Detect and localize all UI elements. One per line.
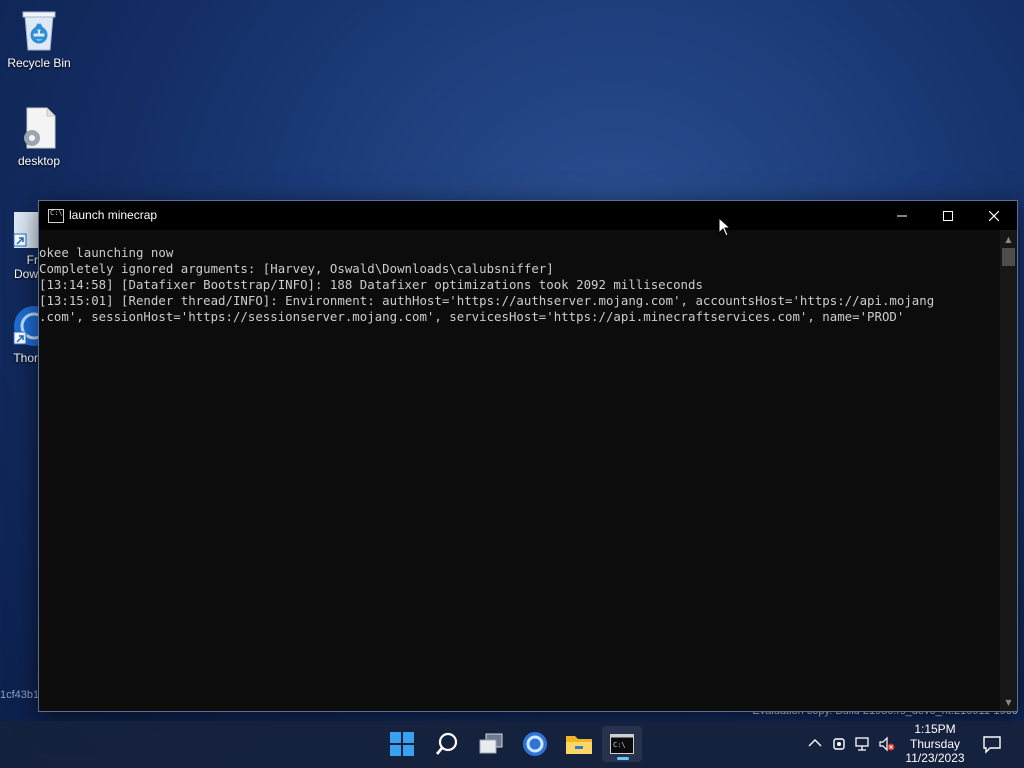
console-line: okee launching now bbox=[39, 245, 174, 260]
desktop-file-label: desktop bbox=[17, 154, 61, 168]
notification-icon bbox=[983, 736, 1001, 754]
network-icon[interactable] bbox=[854, 736, 872, 752]
console-line: [13:15:01] [Render thread/INFO]: Environ… bbox=[39, 293, 935, 308]
app-shortcut-icon bbox=[13, 306, 38, 346]
clock-time: 1:15PM bbox=[914, 722, 956, 736]
scroll-up-arrow-icon[interactable]: ▲ bbox=[1000, 233, 1017, 247]
desktop-icon-desktop[interactable]: desktop bbox=[1, 106, 77, 168]
window-titlebar[interactable]: launch minecrap bbox=[39, 201, 1017, 230]
minimize-icon bbox=[897, 215, 907, 217]
partial-label-2: Dow bbox=[13, 267, 38, 281]
taskbar-clock[interactable]: 1:15PM Thursday 11/23/2023 bbox=[900, 722, 970, 766]
taskbar: C:\ bbox=[0, 721, 1024, 768]
scrollbar-thumb[interactable] bbox=[1002, 248, 1015, 266]
meet-now-icon[interactable] bbox=[830, 736, 848, 752]
console-app-icon bbox=[48, 209, 64, 223]
window-title: launch minecrap bbox=[69, 208, 158, 222]
console-output[interactable]: okee launching now Completely ignored ar… bbox=[39, 245, 1001, 711]
folder-icon bbox=[566, 736, 592, 754]
recycle-bin-icon bbox=[19, 8, 59, 52]
partial-label-1: Fr bbox=[26, 253, 38, 267]
desktop-icon-partial-downloads[interactable]: Fr Dow bbox=[0, 208, 38, 288]
scroll-down-arrow-icon[interactable]: ▼ bbox=[1000, 696, 1017, 710]
recycle-bin-label: Recycle Bin bbox=[7, 56, 71, 70]
terminal-taskbar-button[interactable]: C:\ bbox=[602, 726, 642, 762]
notification-center-button[interactable] bbox=[982, 734, 1002, 754]
console-line: .com', sessionHost='https://sessionserve… bbox=[39, 309, 905, 324]
console-line: [13:14:58] [Datafixer Bootstrap/INFO]: 1… bbox=[39, 277, 703, 292]
task-view-button[interactable] bbox=[471, 726, 511, 762]
windows-start-icon bbox=[390, 732, 414, 756]
console-line: Completely ignored arguments: [Harvey, O… bbox=[39, 261, 554, 276]
terminal-icon: C:\ bbox=[610, 734, 634, 754]
maximize-icon bbox=[943, 211, 953, 221]
settings-file-icon bbox=[19, 106, 59, 150]
maximize-button[interactable] bbox=[925, 201, 971, 230]
task-view-icon bbox=[479, 733, 503, 754]
desktop-hash-text: 1cf43b1 bbox=[0, 689, 40, 701]
clock-day: Thursday bbox=[909, 736, 961, 751]
show-hidden-icons-chevron-icon[interactable] bbox=[806, 736, 824, 752]
file-explorer-button[interactable] bbox=[559, 726, 599, 762]
browser-icon bbox=[523, 732, 547, 756]
start-button[interactable] bbox=[382, 726, 422, 762]
active-indicator bbox=[617, 757, 629, 760]
browser-button[interactable] bbox=[515, 726, 555, 762]
close-icon bbox=[988, 210, 1000, 222]
search-icon bbox=[436, 732, 458, 755]
console-window[interactable]: launch minecrap okee launching now Compl… bbox=[38, 200, 1018, 712]
shortcut-icon bbox=[13, 212, 38, 248]
svg-text:C:\: C:\ bbox=[613, 741, 626, 749]
desktop-icon-partial-thor[interactable]: Thor bbox=[0, 302, 38, 372]
close-button[interactable] bbox=[971, 201, 1017, 230]
search-button[interactable] bbox=[427, 726, 467, 762]
desktop-icon-recycle-bin[interactable]: Recycle Bin bbox=[1, 8, 77, 70]
mouse-cursor-icon bbox=[718, 217, 732, 237]
partial-label-3: Thor bbox=[13, 351, 38, 365]
minimize-button[interactable] bbox=[879, 201, 925, 230]
vertical-scrollbar[interactable]: ▲ ▼ bbox=[1000, 230, 1017, 711]
volume-muted-icon[interactable] bbox=[878, 736, 896, 752]
clock-date: 11/23/2023 bbox=[905, 751, 965, 765]
